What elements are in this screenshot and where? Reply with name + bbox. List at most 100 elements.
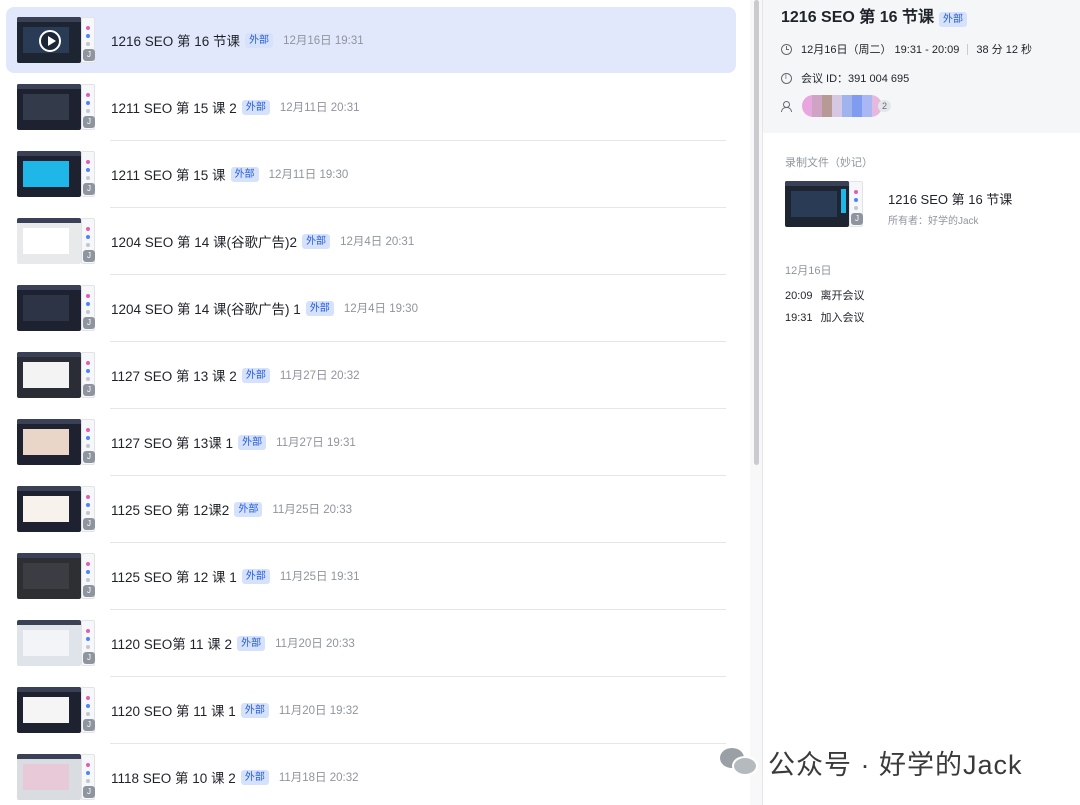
meeting-time: 12月11日 19:30 [268,169,349,181]
meeting-title: 1127 SEO 第 13 课 2 [111,369,237,384]
datetime-line: 12月16日（周二） 19:31 - 20:09 38 分 12 秒 [781,41,1032,57]
meeting-thumbnail[interactable]: J [17,754,95,800]
meeting-row[interactable]: J 1118 SEO 第 10 课 2 外部 11月18日 20:32 [6,744,736,805]
meeting-title: 1204 SEO 第 14 课(谷歌广告)2 [111,235,298,250]
separator [967,43,969,55]
log-item: 19:31 加入会议 [785,309,865,325]
meeting-row[interactable]: J 1211 SEO 第 15 课 2 外部 12月11日 20:31 [6,74,736,141]
participants-icon [781,100,793,112]
meeting-row-text: 1216 SEO 第 16 节课 外部 12月16日 19:31 [111,7,364,73]
participant-avatars[interactable] [802,95,882,117]
meeting-row-text: 1211 SEO 第 15 课 2 外部 12月11日 20:31 [111,74,360,140]
clock-icon [781,43,792,55]
recording-section-label: 录制文件（妙记） [785,157,873,169]
external-tag: 外部 [238,434,267,450]
meeting-row[interactable]: J 1211 SEO 第 15 课外部 12月11日 19:30 [6,141,736,208]
host-avatar-icon: J [83,250,95,262]
meeting-thumbnail[interactable]: J [17,17,95,63]
meeting-row[interactable]: J 1204 SEO 第 14 课(谷歌广告) 1 外部 12月4日 19:30 [6,275,736,342]
scrollbar-thumb[interactable] [754,0,759,465]
external-tag: 外部 [302,233,331,249]
recording-card[interactable]: J 1216 SEO 第 16 节课 所有者：好学的Jack [785,181,1065,233]
external-tag: 外部 [240,769,269,785]
meeting-time: 11月27日 20:32 [279,370,360,382]
meeting-title: 1120 SEO第 11 课 2 [111,637,233,652]
meeting-thumbnail[interactable]: J [17,285,95,331]
meeting-thumbnail[interactable]: J [17,151,95,197]
play-icon[interactable] [39,30,61,52]
meeting-thumbnail[interactable]: J [17,620,95,666]
host-avatar-icon: J [851,213,863,225]
meeting-row[interactable]: J 1120 SEO 第 11 课 1 外部 11月20日 19:32 [6,677,736,744]
meeting-time: 11月20日 19:32 [278,705,359,717]
meeting-row[interactable]: J 1120 SEO第 11 课 2 外部 11月20日 20:33 [6,610,736,677]
meeting-time: 12月16日 19:31 [283,35,364,47]
meeting-thumbnail[interactable]: J [17,486,95,532]
meeting-row[interactable]: J 1216 SEO 第 16 节课 外部 12月16日 19:31 [6,7,736,73]
meeting-title: 1118 SEO 第 10 课 2 [111,771,236,786]
log-event: 离开会议 [820,290,865,302]
host-avatar-icon: J [83,49,95,61]
meeting-time: 11月25日 19:31 [279,571,360,583]
meeting-detail-panel: 1216 SEO 第 16 节课 外部 12月16日（周二） 19:31 - 20… [762,0,1080,805]
meeting-row[interactable]: J 1204 SEO 第 14 课(谷歌广告)2 外部 12月4日 20:31 [6,208,736,275]
host-avatar-icon: J [83,317,95,329]
meeting-thumbnail[interactable]: J [17,84,95,130]
meeting-row[interactable]: J 1127 SEO 第 13课 1 外部 11月27日 19:31 [6,409,736,476]
host-avatar-icon: J [83,183,95,195]
meeting-row[interactable]: J 1125 SEO 第 12 课 1 外部 11月25日 19:31 [6,543,736,610]
external-tag: 外部 [237,635,266,651]
meeting-title: 1211 SEO 第 15 课 [111,168,226,183]
meeting-title: 1204 SEO 第 14 课(谷歌广告) 1 [111,302,301,317]
recording-thumbnail[interactable]: J [785,181,863,227]
meeting-title: 1211 SEO 第 15 课 2 [111,101,237,116]
meeting-thumbnail[interactable]: J [17,687,95,733]
meeting-id-line: 会议 ID：391 004 695 [781,70,909,86]
meeting-row-text: 1211 SEO 第 15 课外部 12月11日 19:30 [111,141,348,207]
host-avatar-icon: J [83,384,95,396]
meeting-row-text: 1120 SEO 第 11 课 1 外部 11月20日 19:32 [111,677,359,743]
recording-title[interactable]: 1216 SEO 第 16 节课 [888,189,1012,208]
meeting-duration: 38 分 12 秒 [976,44,1032,56]
meeting-row-text: 1125 SEO 第 12课2 外部 11月25日 20:33 [111,476,352,542]
meeting-time: 12月11日 20:31 [279,102,360,114]
meeting-thumbnail[interactable]: J [17,553,95,599]
info-icon [781,72,792,84]
meeting-row-text: 1120 SEO第 11 课 2 外部 11月20日 20:33 [111,610,355,676]
watermark-text: 公众号 · 好学的Jack [768,749,1023,780]
meeting-time: 11月18日 20:32 [278,772,359,784]
meeting-thumbnail[interactable]: J [17,419,95,465]
meeting-row-text: 1118 SEO 第 10 课 2 外部 11月18日 20:32 [111,744,359,805]
external-tag: 外部 [241,367,270,383]
meeting-datetime: 12月16日（周二） 19:31 - 20:09 [801,44,960,56]
log-time: 20:09 [785,290,813,302]
recording-owner: 所有者：好学的Jack [888,216,979,227]
external-tag: 外部 [230,166,259,182]
meeting-time: 11月20日 20:33 [275,638,355,650]
meeting-row[interactable]: J 1125 SEO 第 12课2 外部 11月25日 20:33 [6,476,736,543]
participants-line[interactable]: 2 [781,95,892,117]
meeting-row[interactable]: J 1127 SEO 第 13 课 2 外部 11月27日 20:32 [6,342,736,409]
log-date: 12月16日 [785,265,832,277]
meeting-thumbnail[interactable]: J [17,218,95,264]
external-tag: 外部 [938,12,967,27]
scrollbar[interactable] [750,0,762,805]
meeting-title: 1125 SEO 第 12课2 [111,503,230,518]
detail-title-text: 1216 SEO 第 16 节课 [781,9,934,26]
meeting-row-text: 1204 SEO 第 14 课(谷歌广告)2 外部 12月4日 20:31 [111,208,414,274]
meeting-row-text: 1204 SEO 第 14 课(谷歌广告) 1 外部 12月4日 19:30 [111,275,418,341]
meeting-thumbnail[interactable]: J [17,352,95,398]
host-avatar-icon: J [83,652,95,664]
host-avatar-icon: J [83,451,95,463]
meeting-id[interactable]: 会议 ID：391 004 695 [801,70,909,86]
external-tag: 外部 [234,501,263,517]
log-event: 加入会议 [820,312,865,324]
meeting-title: 1125 SEO 第 12 课 1 [111,570,237,585]
log-time: 19:31 [785,312,813,324]
host-avatar-icon: J [83,518,95,530]
meeting-title: 1127 SEO 第 13课 1 [111,436,234,451]
meeting-row-text: 1125 SEO 第 12 课 1 外部 11月25日 19:31 [111,543,360,609]
meeting-row-text: 1127 SEO 第 13 课 2 外部 11月27日 20:32 [111,342,360,408]
meeting-time: 12月4日 20:31 [340,236,415,248]
meeting-title: 1216 SEO 第 16 节课 [111,34,241,49]
